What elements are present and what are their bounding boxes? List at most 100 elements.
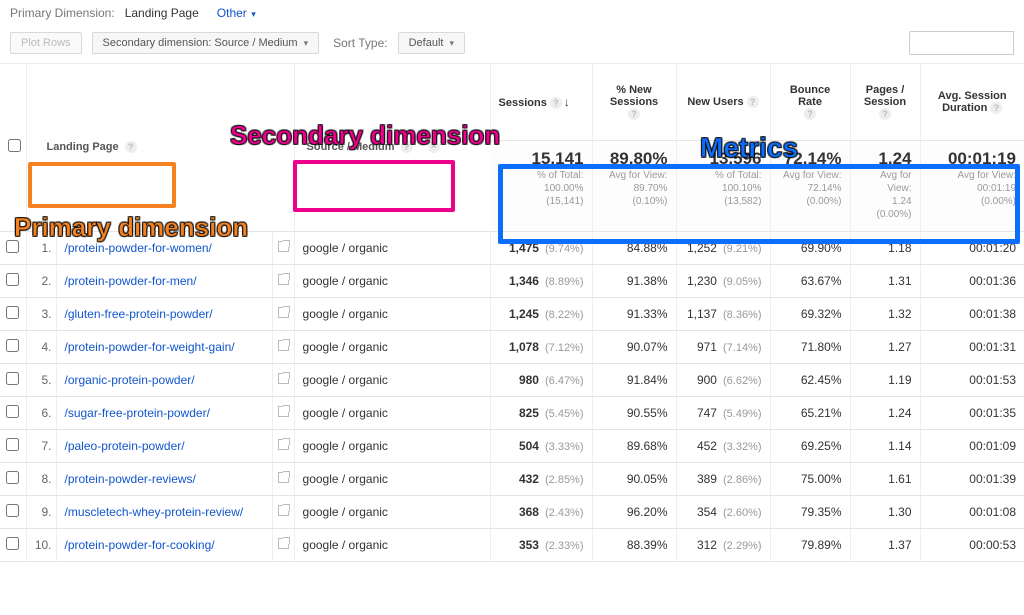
table-row: 2./protein-powder-for-men/google / organ… [0, 264, 1024, 297]
landing-page-link[interactable]: /muscletech-whey-protein-review/ [65, 505, 244, 519]
bounce-cell: 79.35% [770, 495, 850, 528]
sort-type-select[interactable]: Default ▾ [398, 32, 465, 54]
bounce-rate-header[interactable]: Bounce Rate? [770, 64, 850, 140]
row-checkbox[interactable] [6, 306, 19, 319]
source-medium-cell: google / organic [294, 330, 490, 363]
chevron-down-icon: ▾ [247, 9, 256, 19]
landing-page-link[interactable]: /paleo-protein-powder/ [65, 439, 185, 453]
duration-cell: 00:01:31 [920, 330, 1024, 363]
pct-new-cell: 88.39% [592, 528, 676, 561]
pages-session-header[interactable]: Pages / Session ? [850, 64, 920, 140]
help-icon[interactable]: ? [628, 108, 640, 120]
help-icon[interactable]: ? [125, 141, 137, 153]
row-checkbox[interactable] [6, 438, 19, 451]
external-link-icon[interactable] [278, 439, 289, 450]
external-link-icon[interactable] [278, 274, 289, 285]
duration-cell: 00:00:53 [920, 528, 1024, 561]
new-users-header[interactable]: New Users ? [676, 64, 770, 140]
sessions-header[interactable]: Sessions ?↓ [490, 64, 592, 140]
new-users-cell: 900(6.62%) [676, 363, 770, 396]
pct-new-sessions-header[interactable]: % New Sessions? [592, 64, 676, 140]
duration-cell: 00:01:09 [920, 429, 1024, 462]
external-link-icon[interactable] [278, 373, 289, 384]
pct-new-cell: 89.68% [592, 429, 676, 462]
bounce-cell: 62.45% [770, 363, 850, 396]
table-row: 1./protein-powder-for-women/google / org… [0, 231, 1024, 264]
landing-page-cell: /organic-protein-powder/ [56, 363, 272, 396]
row-checkbox[interactable] [6, 405, 19, 418]
duration-cell: 00:01:36 [920, 264, 1024, 297]
landing-page-link[interactable]: /protein-powder-for-men/ [65, 274, 197, 288]
primary-dimension-value[interactable]: Landing Page [125, 6, 199, 20]
landing-page-link[interactable]: /gluten-free-protein-powder/ [65, 307, 213, 321]
other-dimension-link[interactable]: Other ▾ [209, 6, 256, 20]
row-checkbox[interactable] [6, 339, 19, 352]
landing-page-cell: /sugar-free-protein-powder/ [56, 396, 272, 429]
help-icon[interactable]: ? [401, 141, 413, 153]
source-medium-header[interactable]: Source / Medium ? × [294, 64, 490, 231]
new-users-cell: 389(2.86%) [676, 462, 770, 495]
row-index: 6. [26, 396, 56, 429]
open-external-cell [272, 231, 294, 264]
table-row: 4./protein-powder-for-weight-gain/google… [0, 330, 1024, 363]
remove-dimension-icon[interactable]: × [428, 141, 440, 153]
landing-page-cell: /muscletech-whey-protein-review/ [56, 495, 272, 528]
pct-new-cell: 91.38% [592, 264, 676, 297]
help-icon[interactable]: ? [550, 97, 562, 109]
row-checkbox[interactable] [6, 504, 19, 517]
new-users-cell: 747(5.49%) [676, 396, 770, 429]
row-checkbox[interactable] [6, 372, 19, 385]
table-row: 3. /gluten-free-protein-powder/google / o… [0, 297, 1024, 330]
landing-page-header[interactable]: Landing Page ? [26, 64, 294, 231]
row-checkbox[interactable] [6, 471, 19, 484]
external-link-icon[interactable] [278, 472, 289, 483]
pct-new-cell: 90.05% [592, 462, 676, 495]
row-index: 8. [26, 462, 56, 495]
row-checkbox[interactable] [6, 240, 19, 253]
landing-page-link[interactable]: /sugar-free-protein-powder/ [65, 406, 210, 420]
search-input[interactable] [909, 31, 1014, 55]
chevron-down-icon: ▾ [449, 38, 454, 49]
secondary-dimension-select[interactable]: Secondary dimension: Source / Medium ▾ [92, 32, 320, 54]
sessions-cell: 504(3.33%) [490, 429, 592, 462]
summary-pages: 1.24 Avg for View: 1.24 (0.00%) [850, 140, 920, 231]
landing-page-link[interactable]: /protein-powder-for-women/ [65, 241, 212, 255]
summary-duration: 00:01:19 Avg for View: 00:01:19 (0.00%) [920, 140, 1024, 231]
table-row: 7./paleo-protein-powder/google / organic… [0, 429, 1024, 462]
pages-cell: 1.27 [850, 330, 920, 363]
open-external-cell [272, 462, 294, 495]
open-external-cell [272, 396, 294, 429]
row-checkbox[interactable] [6, 537, 19, 550]
primary-dimension-label: Primary Dimension: [10, 6, 115, 20]
source-medium-cell: google / organic [294, 264, 490, 297]
landing-page-link[interactable]: /protein-powder-for-weight-gain/ [65, 340, 235, 354]
external-link-icon[interactable] [278, 505, 289, 516]
external-link-icon[interactable] [278, 307, 289, 318]
sessions-cell: 980(6.47%) [490, 363, 592, 396]
external-link-icon[interactable] [278, 340, 289, 351]
plot-rows-button[interactable]: Plot Rows [10, 32, 82, 54]
help-icon[interactable]: ? [747, 96, 759, 108]
table-row: 6./sugar-free-protein-powder/google / or… [0, 396, 1024, 429]
source-medium-cell: google / organic [294, 297, 490, 330]
landing-page-cell: /protein-powder-for-women/ [56, 231, 272, 264]
landing-page-cell: /protein-powder-for-weight-gain/ [56, 330, 272, 363]
landing-page-link[interactable]: /organic-protein-powder/ [65, 373, 195, 387]
help-icon[interactable]: ? [990, 102, 1002, 114]
external-link-icon[interactable] [278, 538, 289, 549]
table-row: 8. /protein-powder-reviews/google / organ… [0, 462, 1024, 495]
avg-duration-header[interactable]: Avg. Session Duration ? [920, 64, 1024, 140]
source-medium-cell: google / organic [294, 462, 490, 495]
row-checkbox[interactable] [6, 273, 19, 286]
select-all-checkbox[interactable] [8, 139, 21, 152]
help-icon[interactable]: ? [804, 108, 816, 120]
help-icon[interactable]: ? [879, 108, 891, 120]
row-index: 3. [26, 297, 56, 330]
row-index: 9. [26, 495, 56, 528]
sessions-cell: 1,346(8.89%) [490, 264, 592, 297]
external-link-icon[interactable] [278, 406, 289, 417]
external-link-icon[interactable] [278, 241, 289, 252]
landing-page-link[interactable]: /protein-powder-reviews/ [65, 472, 196, 486]
pct-new-cell: 91.84% [592, 363, 676, 396]
landing-page-link[interactable]: /protein-powder-for-cooking/ [65, 538, 215, 552]
